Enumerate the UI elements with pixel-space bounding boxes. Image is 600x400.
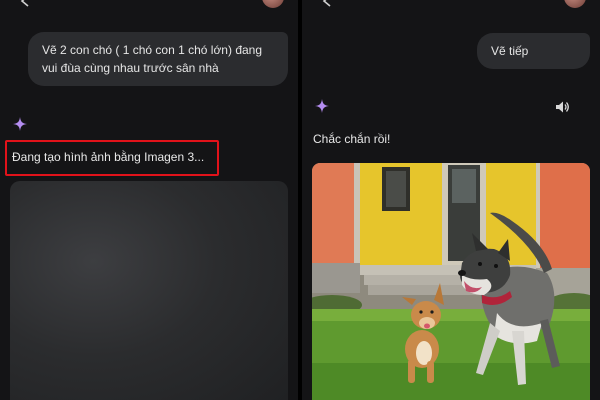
chat-panel-right: Vẽ tiếp Chắc chắn rồi! bbox=[302, 0, 600, 400]
speaker-icon[interactable] bbox=[554, 99, 570, 115]
back-arrow-icon[interactable] bbox=[18, 0, 32, 8]
user-prompt-bubble: Vẽ tiếp bbox=[477, 33, 590, 69]
user-avatar[interactable] bbox=[262, 0, 284, 8]
generation-status-text: Đang tạo hình ảnh bằng Imagen 3... bbox=[12, 150, 205, 164]
chat-panel-left: Vẽ 2 con chó ( 1 chó con 1 chó lớn) đang… bbox=[0, 0, 298, 400]
sparkle-icon bbox=[315, 99, 329, 113]
user-prompt-bubble: Vẽ 2 con chó ( 1 chó con 1 chó lớn) đang… bbox=[28, 32, 288, 86]
image-loading-placeholder bbox=[10, 181, 288, 400]
assistant-reply-text: Chắc chắn rồi! bbox=[313, 132, 391, 146]
generated-dog-image[interactable] bbox=[312, 163, 590, 400]
generation-status-highlight: Đang tạo hình ảnh bằng Imagen 3... bbox=[5, 140, 219, 176]
user-avatar[interactable] bbox=[564, 0, 586, 8]
generated-image-drawing bbox=[312, 163, 590, 400]
sparkle-icon bbox=[13, 117, 27, 131]
back-arrow-icon[interactable] bbox=[320, 0, 334, 8]
